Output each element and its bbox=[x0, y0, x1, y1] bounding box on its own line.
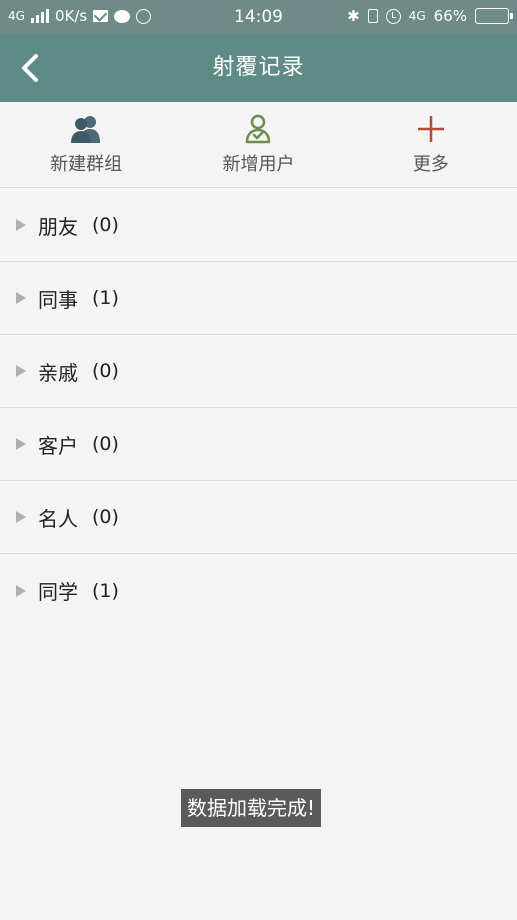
bluetooth-icon: ✱ bbox=[347, 7, 360, 25]
expand-arrow-icon bbox=[16, 365, 26, 377]
alarm-icon bbox=[385, 8, 401, 24]
new-group-button[interactable]: 新建群组 bbox=[0, 102, 172, 187]
group-name: 名人 bbox=[38, 506, 78, 531]
add-user-button[interactable]: 新增用户 bbox=[172, 102, 344, 187]
page-title: 射覆记录 bbox=[212, 55, 305, 80]
group-count: (0) bbox=[92, 360, 119, 382]
expand-arrow-icon bbox=[16, 438, 26, 450]
expand-arrow-icon bbox=[16, 584, 26, 597]
group-count: (0) bbox=[92, 433, 119, 455]
more-button[interactable]: 更多 bbox=[345, 102, 517, 187]
group-name: 亲戚 bbox=[38, 360, 78, 385]
add-user-icon bbox=[246, 114, 271, 144]
battery-icon bbox=[475, 8, 513, 24]
group-row-clients[interactable]: 客户 (0) bbox=[0, 408, 517, 481]
status-bar: 4G 0K/s 14:09 ✱ 4G 66% bbox=[0, 0, 517, 34]
network-type-right: 4G bbox=[408, 9, 426, 23]
back-button[interactable] bbox=[14, 50, 46, 86]
group-count: (1) bbox=[92, 579, 119, 602]
group-row-relatives[interactable]: 亲戚 (0) bbox=[0, 335, 517, 408]
vibrate-icon bbox=[367, 9, 378, 23]
new-group-label: 新建群组 bbox=[50, 154, 123, 175]
back-arrow-icon bbox=[22, 54, 38, 82]
status-right: ✱ 4G 66% bbox=[347, 7, 513, 25]
group-count: (0) bbox=[92, 214, 119, 236]
group-row-celebrities[interactable]: 名人 (0) bbox=[0, 481, 517, 554]
group-icon bbox=[71, 116, 101, 143]
more-label: 更多 bbox=[412, 154, 449, 175]
expand-arrow-icon bbox=[16, 292, 26, 304]
expand-arrow-icon bbox=[16, 219, 26, 231]
group-row-colleagues[interactable]: 同事 (1) bbox=[0, 262, 517, 335]
group-name: 同事 bbox=[38, 287, 78, 312]
expand-arrow-icon bbox=[16, 511, 26, 523]
group-name: 客户 bbox=[38, 433, 78, 458]
title-bar: 射覆记录 bbox=[0, 34, 517, 102]
toolbar: 新建群组 新增用户 更多 bbox=[0, 102, 517, 188]
group-name: 同学 bbox=[38, 580, 78, 604]
toast-message: 数据加载完成! bbox=[181, 789, 322, 827]
group-row-classmates[interactable]: 同学 (1) bbox=[0, 554, 517, 627]
group-row-friends[interactable]: 朋友 (0) bbox=[0, 189, 517, 262]
battery-percent: 66% bbox=[433, 7, 467, 25]
group-count: (1) bbox=[92, 287, 119, 309]
group-name: 朋友 bbox=[38, 214, 78, 239]
plus-icon bbox=[417, 116, 444, 142]
add-user-label: 新增用户 bbox=[222, 154, 295, 175]
group-count: (0) bbox=[92, 506, 119, 528]
group-list: 朋友 (0) 同事 (1) 亲戚 (0) 客户 (0) 名人 (0) 同学 (1… bbox=[0, 189, 517, 627]
